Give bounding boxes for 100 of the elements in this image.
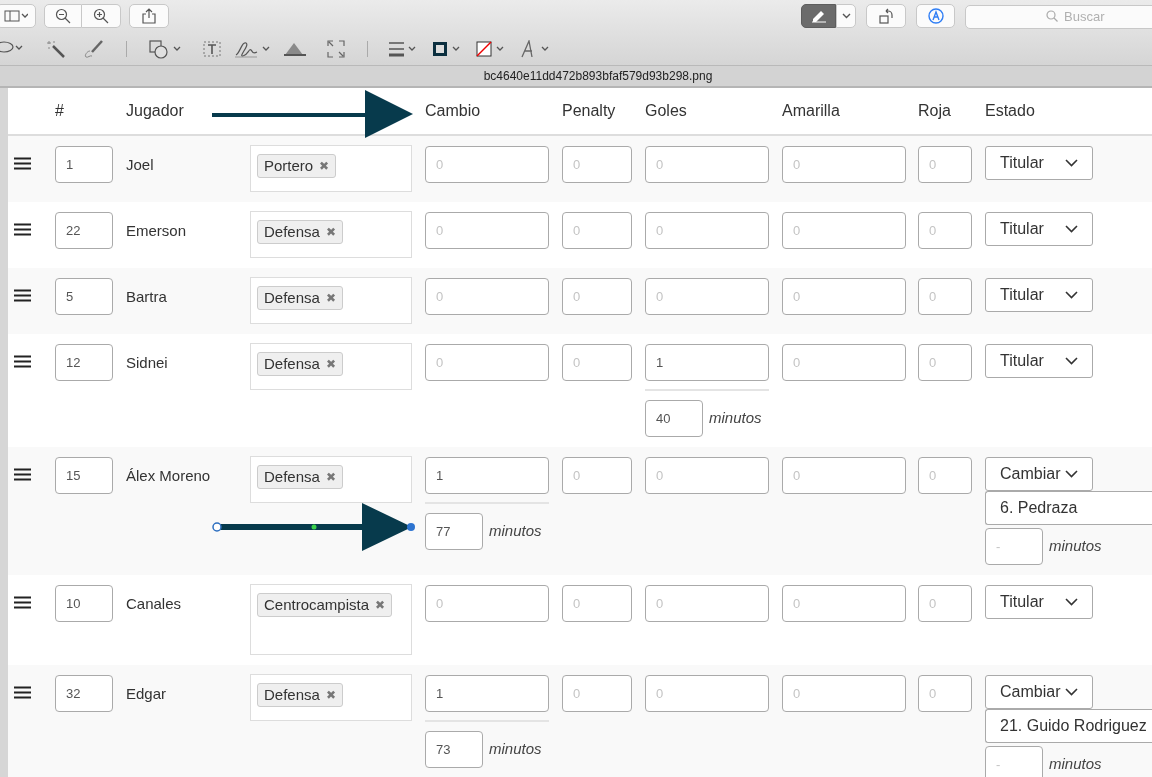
substitute-select[interactable]: 6. Pedraza	[985, 491, 1152, 525]
column-header: #	[55, 102, 64, 119]
minutes-field[interactable]: -	[985, 528, 1043, 565]
drag-handle-icon[interactable]	[14, 686, 31, 699]
stat-field[interactable]: 0	[562, 675, 632, 712]
remove-icon[interactable]: ✖	[325, 223, 336, 241]
drag-handle-icon[interactable]	[14, 596, 31, 609]
position-tag: Defensa ✖	[257, 683, 343, 707]
stat-field[interactable]: 0	[782, 146, 906, 183]
stat-field[interactable]: 1	[425, 457, 549, 494]
drag-handle-icon[interactable]	[14, 355, 31, 368]
stat-field[interactable]: 0	[425, 146, 549, 183]
stat-field[interactable]: 0	[562, 146, 632, 183]
stat-field[interactable]: 0	[562, 344, 632, 381]
minutes-label: minutos	[1049, 754, 1102, 775]
stat-field[interactable]: 0	[645, 457, 769, 494]
status-select[interactable]: Titular	[985, 146, 1093, 180]
stat-field[interactable]: 0	[425, 585, 549, 622]
stat-field[interactable]: 0	[562, 278, 632, 315]
drag-handle-icon[interactable]	[14, 468, 31, 481]
stat-field[interactable]: 1	[425, 675, 549, 712]
minutes-field[interactable]: -	[985, 746, 1043, 777]
stat-field[interactable]: 0	[918, 675, 972, 712]
status-select[interactable]: Cambiar	[985, 457, 1093, 491]
position-field[interactable]: Defensa ✖	[250, 277, 412, 324]
status-select[interactable]: Titular	[985, 585, 1093, 619]
drag-handle-icon[interactable]	[14, 289, 31, 302]
position-field[interactable]: Portero ✖	[250, 145, 412, 192]
stat-field[interactable]: 0	[562, 457, 632, 494]
stat-field[interactable]: 0	[645, 675, 769, 712]
player-name: Edgar	[126, 685, 167, 702]
share-button[interactable]	[129, 4, 169, 28]
minutes-field[interactable]: 40	[645, 400, 703, 437]
stat-field[interactable]: 0	[425, 344, 549, 381]
no-fill-icon	[476, 41, 506, 57]
remove-icon[interactable]: ✖	[325, 355, 336, 373]
remove-icon[interactable]: ✖	[375, 596, 386, 614]
stat-field[interactable]: 1	[645, 344, 769, 381]
caret-icon	[841, 13, 851, 19]
stat-field[interactable]: 0	[645, 146, 769, 183]
stat-field[interactable]: 0	[918, 212, 972, 249]
stat-field[interactable]: 0	[425, 212, 549, 249]
minutes-field[interactable]: 73	[425, 731, 483, 768]
zoom-out-icon	[55, 8, 71, 24]
stat-field[interactable]: 0	[782, 278, 906, 315]
number-field[interactable]: 1	[55, 146, 113, 183]
number-field[interactable]: 5	[55, 278, 113, 315]
status-select[interactable]: Titular	[985, 278, 1093, 312]
remove-icon[interactable]: ✖	[325, 289, 336, 307]
stat-field[interactable]: 0	[562, 585, 632, 622]
player-name: Sidnei	[126, 354, 168, 371]
stat-field[interactable]: 0	[782, 675, 906, 712]
stat-field[interactable]: 0	[918, 278, 972, 315]
shapes-button[interactable]	[149, 38, 183, 60]
stat-field[interactable]: 0	[782, 212, 906, 249]
stat-field[interactable]: 0	[782, 457, 906, 494]
number-field[interactable]: 22	[55, 212, 113, 249]
number-field[interactable]: 15	[55, 457, 113, 494]
number-field[interactable]: 12	[55, 344, 113, 381]
chevron-icon	[1065, 357, 1078, 365]
zoom-in-button[interactable]	[82, 4, 121, 28]
minutes-field[interactable]: 77	[425, 513, 483, 550]
remove-icon[interactable]: ✖	[319, 157, 330, 175]
column-header: Roja	[918, 102, 951, 119]
stat-field[interactable]: 0	[918, 344, 972, 381]
markup-pen-button[interactable]	[801, 4, 836, 28]
number-field[interactable]: 32	[55, 675, 113, 712]
drag-handle-icon[interactable]	[14, 223, 31, 236]
remove-icon[interactable]: ✖	[325, 686, 336, 704]
stat-field[interactable]: 0	[645, 212, 769, 249]
position-field[interactable]: Defensa ✖	[250, 343, 412, 390]
search-icon	[1046, 10, 1058, 22]
zoom-out-button[interactable]	[44, 4, 82, 28]
position-field[interactable]: Defensa ✖	[250, 674, 412, 721]
minutes-label: minutos	[489, 739, 542, 760]
stat-field[interactable]: 0	[782, 344, 906, 381]
search-field[interactable]: Buscar	[965, 4, 1152, 29]
status-select[interactable]: Titular	[985, 344, 1093, 378]
status-select[interactable]: Titular	[985, 212, 1093, 246]
stat-field[interactable]: 0	[425, 278, 549, 315]
rotate-button[interactable]	[866, 4, 906, 28]
stat-field[interactable]: 0	[918, 146, 972, 183]
stat-field[interactable]: 0	[562, 212, 632, 249]
status-select[interactable]: Cambiar	[985, 675, 1093, 709]
remove-icon[interactable]: ✖	[325, 468, 336, 486]
position-field[interactable]: Centrocampista ✖	[250, 584, 412, 655]
drag-handle-icon[interactable]	[14, 157, 31, 170]
position-tag: Centrocampista ✖	[257, 593, 393, 617]
stat-field[interactable]: 0	[782, 585, 906, 622]
stat-field[interactable]: 0	[645, 278, 769, 315]
position-tag: Defensa ✖	[257, 286, 343, 310]
markup-button[interactable]	[916, 4, 955, 28]
substitute-select[interactable]: 21. Guido Rodriguez	[985, 709, 1152, 743]
stat-field[interactable]: 0	[645, 585, 769, 622]
fill-color-button[interactable]	[476, 38, 506, 60]
position-field[interactable]: Defensa ✖	[250, 211, 412, 258]
stat-field[interactable]: 0	[918, 585, 972, 622]
number-field[interactable]: 10	[55, 585, 113, 622]
position-field[interactable]: Defensa ✖	[250, 456, 412, 503]
stat-field[interactable]: 0	[918, 457, 972, 494]
